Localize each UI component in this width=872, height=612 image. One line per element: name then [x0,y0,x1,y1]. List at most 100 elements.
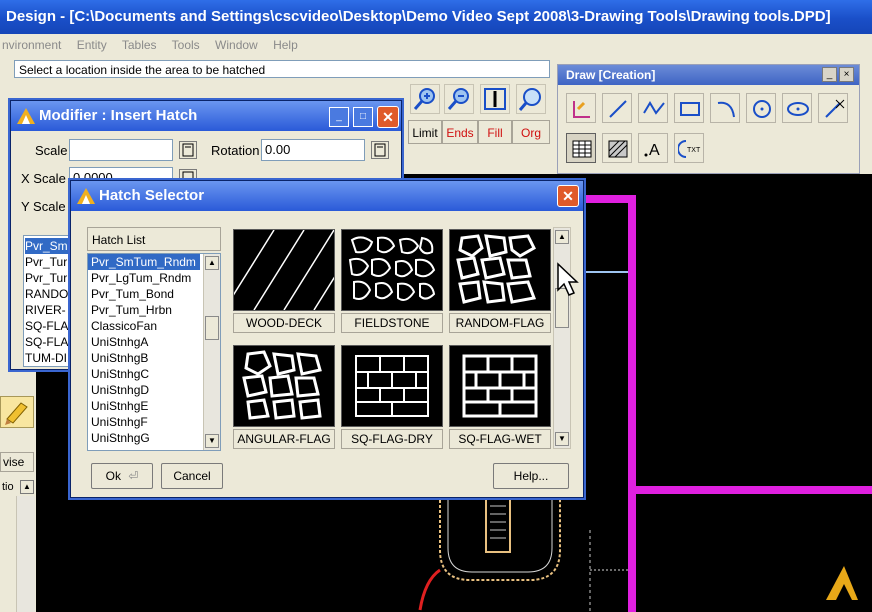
scroll-up-arrow[interactable]: ▲ [205,256,219,270]
draw-point-button[interactable] [818,93,848,123]
app-title-bar: Design - [C:\Documents and Settings\cscv… [0,0,872,34]
draw-ellipse-button[interactable] [782,93,812,123]
list-item[interactable]: UniStnhgE [88,398,200,414]
modifier-close-button[interactable]: ✕ [377,106,399,128]
menu-help[interactable]: Help [273,38,298,52]
rectangle-icon [680,102,700,116]
hatch-list-scrollbar[interactable]: ▲ ▼ [203,254,220,450]
list-item[interactable]: UniStnhgG [88,430,200,446]
menu-window[interactable]: Window [215,38,258,52]
palette-title: Draw [Creation] [558,65,859,85]
ok-button-label: Ok [105,469,121,483]
hatch-list[interactable]: Pvr_SmTum_Rndm Pvr_LgTum_Rndm Pvr_Tum_Bo… [87,253,221,451]
ellipse-icon [787,102,809,116]
org-button[interactable]: Org [512,120,550,144]
draw-arc-button[interactable] [710,93,740,123]
menu-entity[interactable]: Entity [77,38,107,52]
tile-label: WOOD-DECK [233,313,335,333]
draw-polyline-button[interactable] [638,93,668,123]
hatch-selector-title: Hatch Selector [71,181,583,211]
help-button[interactable]: Help... [493,463,569,489]
palette-minimize-button[interactable]: _ [822,67,837,82]
rotation-field[interactable]: 0.00 [261,139,365,161]
rotation-picker-button[interactable] [371,141,389,159]
hatch-tile-fieldstone[interactable]: FIELDSTONE [341,229,443,333]
zoom-window-button[interactable] [516,84,546,114]
text-button[interactable]: A [638,133,668,163]
svg-text:A: A [649,142,660,159]
rotation-label: Rotation [211,143,260,158]
drawing-walkway [418,490,591,612]
menu-environment[interactable]: nvironment [2,38,61,52]
scroll-down-arrow[interactable]: ▼ [205,434,219,448]
zoom-out-button[interactable] [444,84,474,114]
hatch-tile-angular-flag[interactable]: ANGULAR-FLAG [233,345,335,449]
menu-tools[interactable]: Tools [172,38,200,52]
menu-bar: nvironment Entity Tables Tools Window He… [0,34,872,56]
scroll-down-arrow[interactable]: ▼ [555,432,569,446]
list-item[interactable]: UniStnhgF [88,414,200,430]
point-icon [825,99,845,118]
app-logo-icon [17,108,35,124]
hatch-tile-sq-flag-dry[interactable]: SQ-FLAG-DRY [341,345,443,449]
cancel-button[interactable]: Cancel [161,463,223,489]
menu-tables[interactable]: Tables [122,38,157,52]
command-prompt: Select a location inside the area to be … [14,60,550,78]
hatch-icon [572,140,592,158]
list-item[interactable]: UniStnhgD [88,382,200,398]
tile-scrollbar[interactable]: ▲ ▼ [553,227,571,449]
xscale-label: X Scale [21,171,66,186]
sq-flag-dry-pattern-icon [355,355,429,417]
list-item[interactable]: UniStnhgC [88,366,200,382]
scroll-up-arrow[interactable]: ▲ [555,230,569,244]
palette-close-button[interactable]: × [839,67,854,82]
list-item[interactable]: ClassicoFan [88,318,200,334]
draw-freehand-button[interactable] [566,93,596,123]
draw-line-button[interactable] [602,93,632,123]
draw-circle-button[interactable] [746,93,776,123]
hatch-close-button[interactable]: ✕ [557,185,579,207]
callout-icon: TXT [678,140,701,158]
scroll-thumb[interactable] [205,316,219,340]
zoom-in-button[interactable] [410,84,440,114]
edit-tool-button[interactable] [0,396,34,428]
scale-field[interactable] [69,139,173,161]
list-item[interactable]: UniStnhgA [88,334,200,350]
ok-button[interactable]: Ok ⏎ [91,463,153,489]
random-flag-pattern-icon [456,234,537,304]
hatch-list-header: Hatch List [87,227,221,251]
circle-icon [753,100,771,118]
hatch-tile-sq-flag-wet[interactable]: SQ-FLAG-WET [449,345,551,449]
line-icon [609,100,627,118]
modifier-minimize-button[interactable]: _ [329,107,349,127]
arc-icon [717,101,735,118]
list-item[interactable]: Pvr_Tum_Bond [88,286,200,302]
zoom-fit-button[interactable] [480,84,510,114]
scroll-up-arrow[interactable]: ▲ [20,480,34,494]
zoom-window-icon [518,88,541,111]
hatch-tile-random-flag[interactable]: RANDOM-FLAG [449,229,551,333]
list-item[interactable]: Pvr_LgTum_Rndm [88,270,200,286]
draw-rectangle-button[interactable] [674,93,704,123]
ends-button[interactable]: Ends [442,120,478,144]
fill-pattern-button[interactable] [602,133,632,163]
list-item[interactable]: UniStnhgB [88,350,200,366]
scale-label: Scale [35,143,68,158]
hatch-tile-wood-deck[interactable]: WOOD-DECK [233,229,335,333]
freehand-icon [573,101,590,118]
zoom-fit-icon [484,88,506,110]
limit-button[interactable]: Limit [408,120,442,144]
modifier-maximize-button[interactable]: □ [353,107,373,127]
list-item[interactable]: Pvr_SmTum_Rndm [88,254,200,270]
text-callout-button[interactable]: TXT [674,133,704,163]
wood-deck-pattern-icon [234,230,334,310]
svg-text:TXT: TXT [687,147,701,154]
list-item[interactable]: Pvr_Tum_Hrbn [88,302,200,318]
scale-picker-button[interactable] [179,141,197,159]
left-scrollbar[interactable] [16,496,35,612]
text-icon: A [644,142,660,159]
fill-button[interactable]: Fill [478,120,512,144]
revise-tab[interactable]: vise [0,452,34,472]
hatch-button[interactable] [566,133,596,163]
pencil-icon [5,402,28,425]
